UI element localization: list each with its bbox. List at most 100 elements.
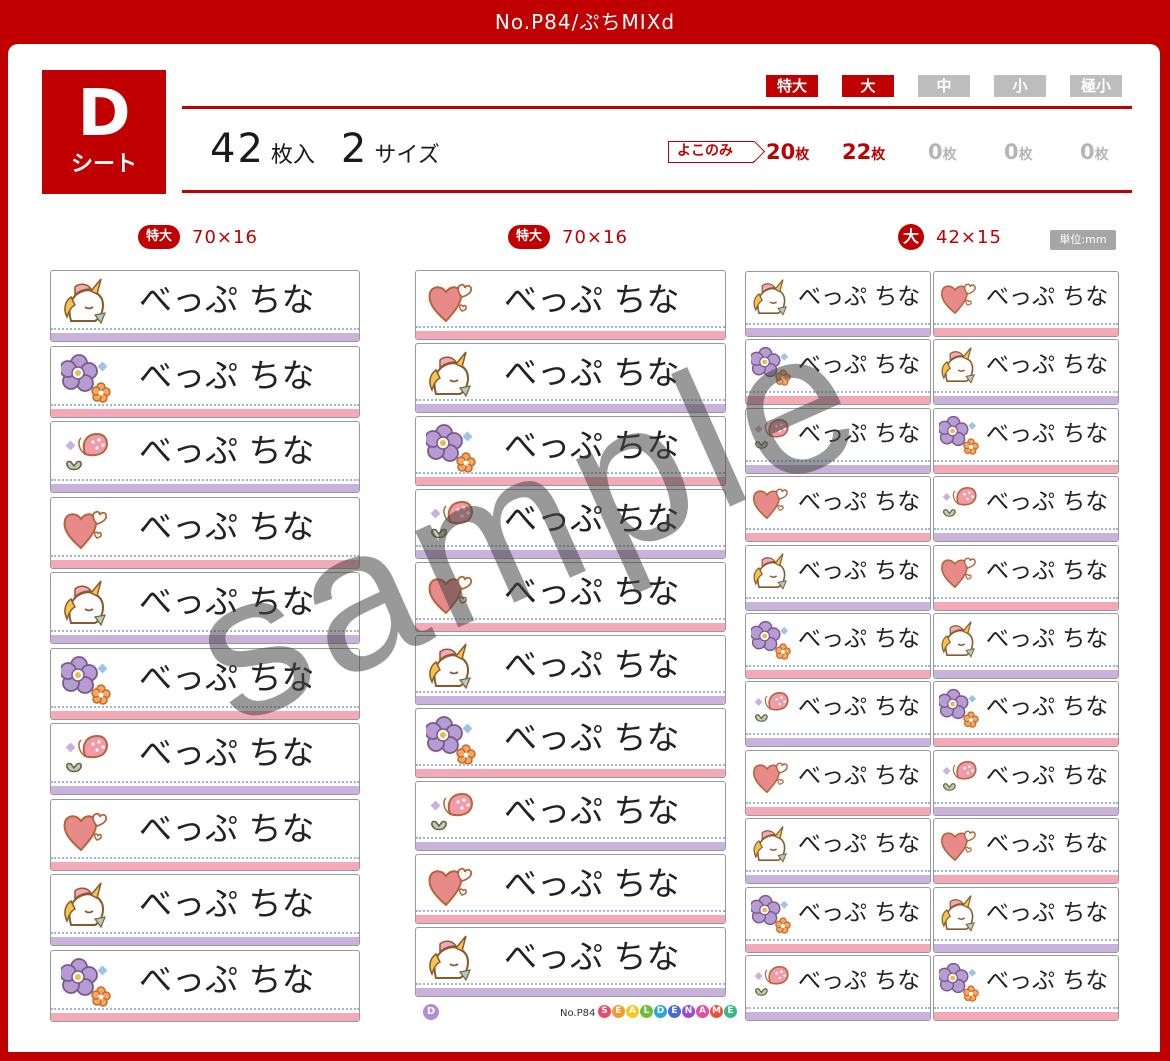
label-name-text: べっぷ ちな [504,426,680,465]
dotted-divider [51,781,359,783]
label-name-text: べっぷ ちな [798,899,921,926]
dotted-divider [416,399,725,401]
name-label-sticker: べっぷ ちな [745,339,931,406]
name-label-sticker: べっぷ ちな [745,749,931,816]
name-label-sticker: べっぷ ちな [933,613,1119,679]
color-band [416,623,725,631]
orientation-label: よこのみ [668,141,754,163]
color-band [746,328,930,336]
name-label-sticker: べっぷ ちな [933,339,1119,406]
color-band [416,988,725,996]
heart-icon [426,569,476,619]
flower-icon [424,715,476,765]
quantity-unit: 枚 [1018,147,1033,163]
color-band [416,550,725,558]
heart-icon [751,483,791,523]
color-band [416,769,725,777]
butterfly-icon [751,962,791,1002]
unicorn-icon [426,350,476,400]
name-label-sticker: べっぷ ちな [50,345,360,418]
unicorn-icon [751,278,791,318]
name-label-sticker: べっぷ ちな [745,271,931,337]
brand-letter: N [682,1005,695,1018]
name-label-sticker: べっぷ ちな [50,874,360,946]
dotted-divider [746,391,930,394]
quantity-number: 0 [1080,140,1095,164]
label-name-text: べっぷ ちな [798,694,921,721]
dotted-divider [746,323,930,325]
label-name-text: べっぷ ちな [504,937,680,976]
label-name-text: べっぷ ちな [139,808,315,848]
name-label-sticker: べっぷ ちな [933,407,1119,474]
dotted-divider [746,733,930,736]
brand-letter: M [710,1005,723,1018]
label-name-text: べっぷ ちな [504,864,680,903]
name-label-sticker: べっぷ ちな [745,818,931,885]
unicorn-icon [939,894,979,934]
unicorn-icon [939,346,979,386]
dotted-divider [416,910,725,912]
flower-icon [59,353,111,403]
name-label-sticker: べっぷ ちな [745,544,931,611]
unicorn-icon [939,620,979,660]
dotted-divider [746,870,930,873]
label-name-text: べっぷ ちな [798,352,921,379]
dotted-divider [934,323,1118,325]
color-band [51,484,359,492]
size-dimension: 70×16 [192,226,258,248]
heart-icon [426,277,476,327]
dotted-divider [746,596,930,599]
brand-letter: D [654,1005,667,1018]
name-label-sticker: べっぷ ちな [50,647,360,720]
unicorn-icon [426,934,476,984]
sheet-summary: 42 枚入 2 サイズ [210,126,466,176]
heart-icon [426,861,476,911]
name-label-sticker: べっぷ ちな [933,544,1119,611]
label-name-text: べっぷ ちな [504,572,680,611]
brand-letter: E [724,1005,737,1018]
label-name-text: べっぷ ちな [986,626,1109,652]
quantity-unit: 枚 [871,147,886,163]
name-label-sticker: べっぷ ちな [933,955,1119,1021]
color-band [746,1012,930,1020]
column-header-1: 特大 70×16 [138,224,258,250]
color-band [416,477,725,485]
quantity-number: 0 [928,140,943,164]
name-label-sticker: べっぷ ちな [933,886,1119,953]
label-name-text: べっぷ ちな [504,791,680,830]
color-band [746,875,930,884]
color-band [746,396,930,405]
dotted-divider [934,733,1118,736]
dotted-divider [934,938,1118,941]
brand-letter: A [696,1005,709,1018]
brand-letter: E [668,1005,681,1018]
dotted-divider [746,1007,930,1009]
flower-icon [937,688,979,729]
dotted-divider [746,459,930,462]
dotted-divider [746,801,930,804]
label-name-text: べっぷ ちな [139,431,315,470]
name-label-sticker: べっぷ ちな [745,613,931,679]
name-label-sticker: べっぷ ちな [415,635,726,705]
unicorn-icon [61,277,111,327]
label-name-text: べっぷ ちな [504,499,680,538]
quantity-number: 22 [842,140,872,164]
brand-letter: E [612,1005,625,1018]
dotted-divider [416,764,725,766]
label-name-text: べっぷ ちな [986,968,1109,994]
flower-icon [937,962,979,1002]
dotted-divider [934,1007,1118,1009]
dotted-divider [51,932,359,934]
label-name-text: べっぷ ちな [139,733,315,772]
color-band [416,404,725,412]
butterfly-icon [751,415,791,455]
size-dimension: 70×16 [562,226,628,248]
color-band [934,396,1118,405]
unicorn-icon [61,881,111,931]
butterfly-icon [426,496,476,546]
color-band [746,806,930,815]
unicorn-icon [426,642,476,692]
dotted-divider [934,870,1118,873]
brand-letter: S [598,1005,611,1018]
color-band [51,937,359,945]
